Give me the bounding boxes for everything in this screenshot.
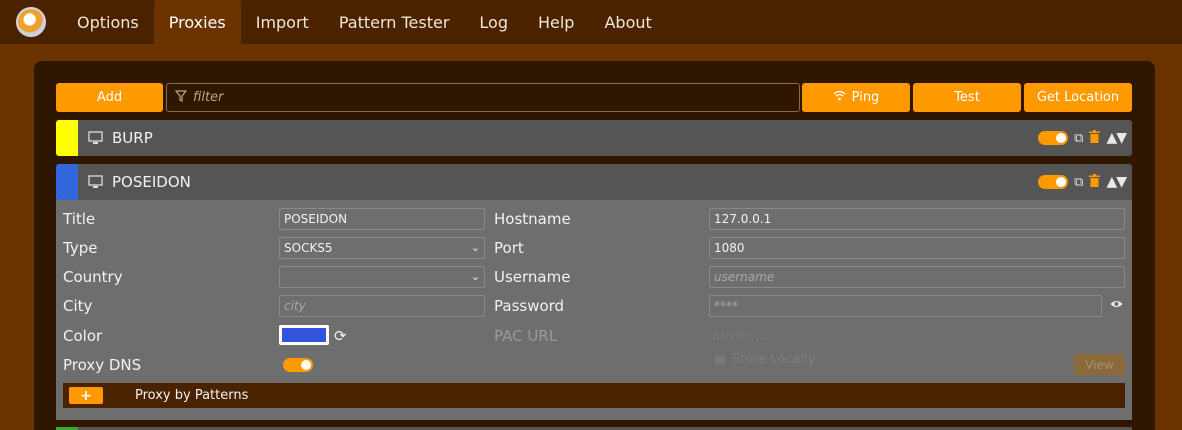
color-label: Color (63, 327, 103, 345)
filter-input[interactable] (193, 90, 783, 105)
pac-url-field: https://... (709, 325, 789, 347)
proxy-dns-toggle[interactable] (283, 358, 313, 372)
password-field[interactable]: **** (709, 295, 1102, 317)
hostname-label: Hostname (494, 210, 571, 228)
filter-icon (174, 89, 188, 106)
add-button[interactable]: Add (56, 83, 163, 112)
proxy-color-bar (56, 164, 78, 200)
tab-proxies[interactable]: Proxies (153, 0, 241, 44)
title-field[interactable]: POSEIDON (279, 208, 485, 230)
add-pattern-button[interactable]: + (69, 387, 103, 404)
tab-about[interactable]: About (589, 0, 666, 44)
proxy-dns-label: Proxy DNS (63, 356, 142, 374)
username-label: Username (494, 268, 571, 286)
country-select[interactable]: ⌄ (279, 266, 485, 288)
foxyproxy-logo (0, 0, 62, 44)
delete-icon[interactable] (1089, 173, 1101, 191)
store-locally-label: Store Locally (732, 352, 816, 367)
test-button[interactable]: Test (913, 83, 1021, 112)
port-field[interactable]: 1080 (709, 237, 1125, 259)
proxy-by-patterns-label: Proxy by Patterns (135, 388, 249, 403)
type-value: SOCKS5 (284, 241, 333, 255)
proxy-row-burp[interactable]: BURP ⧉ ▲▼ (56, 120, 1132, 156)
hostname-field[interactable]: 127.0.0.1 (709, 208, 1125, 230)
city-label: City (63, 297, 93, 315)
city-field[interactable]: city (279, 295, 485, 317)
color-swatch[interactable] (279, 325, 329, 345)
proxy-title: BURP (112, 129, 153, 147)
top-nav: Options Proxies Import Pattern Tester Lo… (0, 0, 1182, 44)
move-up-down-icon[interactable]: ▲▼ (1106, 174, 1127, 190)
computer-icon (87, 130, 103, 146)
port-label: Port (494, 239, 524, 257)
enable-toggle[interactable] (1038, 131, 1069, 145)
username-field[interactable]: username (709, 266, 1125, 288)
chevron-down-icon: ⌄ (470, 270, 480, 283)
get-location-button[interactable]: Get Location (1024, 83, 1132, 112)
ping-button[interactable]: Ping (802, 83, 910, 112)
proxy-by-patterns-bar: + Proxy by Patterns (63, 383, 1125, 408)
move-up-down-icon[interactable]: ▲▼ (1106, 130, 1127, 146)
wifi-icon (833, 90, 846, 105)
chevron-down-icon: ⌄ (470, 241, 480, 254)
tab-log[interactable]: Log (464, 0, 523, 44)
delete-icon[interactable] (1089, 129, 1101, 147)
computer-icon (87, 174, 103, 190)
tab-help[interactable]: Help (523, 0, 589, 44)
refresh-color-icon[interactable]: ⟳ (334, 327, 347, 345)
tab-options[interactable]: Options (62, 0, 154, 44)
type-label: Type (63, 239, 98, 257)
title-label: Title (63, 210, 96, 228)
tab-import[interactable]: Import (241, 0, 324, 44)
country-label: Country (63, 268, 123, 286)
eye-icon[interactable] (1110, 298, 1123, 312)
duplicate-icon[interactable]: ⧉ (1074, 175, 1083, 190)
pac-url-label: PAC URL (494, 327, 558, 345)
proxy-color-bar (56, 120, 78, 156)
view-button: View (1074, 354, 1125, 375)
tab-pattern-tester[interactable]: Pattern Tester (324, 0, 465, 44)
store-locally-checkbox (714, 354, 726, 366)
proxy-row-poseidon[interactable]: POSEIDON ⧉ ▲▼ (56, 164, 1132, 200)
type-select[interactable]: SOCKS5 ⌄ (279, 237, 485, 259)
ping-label: Ping (851, 90, 880, 105)
password-label: Password (494, 297, 565, 315)
proxy-title: POSEIDON (112, 173, 191, 191)
duplicate-icon[interactable]: ⧉ (1074, 131, 1083, 146)
filter-box (166, 83, 800, 112)
enable-toggle[interactable] (1038, 175, 1069, 189)
